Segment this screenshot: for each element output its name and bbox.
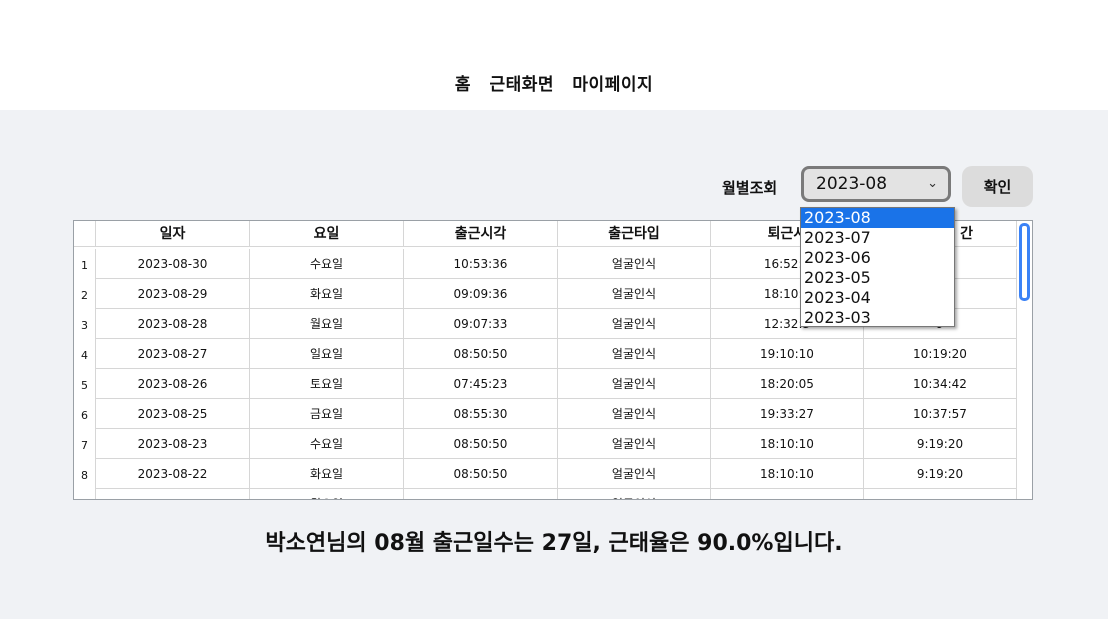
top-navigation-bar: 홈 근태화면 마이페이지	[0, 0, 1108, 110]
cell-checkin-time: 10:53:36	[404, 249, 558, 279]
chevron-down-icon: ⌄	[927, 176, 938, 191]
table-row: 7 2023-08-23 수요일 08:50:50 얼굴인식 18:10:10 9:19:2…	[74, 429, 1017, 459]
cell-date: 2023-08-22	[96, 459, 250, 489]
cell-date: 2023-08-27	[96, 339, 250, 369]
table-row: 5 2023-08-26 토요일 07:45:23 얼굴인식 18:20:05 10:34:…	[74, 369, 1017, 399]
month-filter-label: 월별조회	[722, 179, 778, 197]
cell-checkin-type: 얼굴인식	[558, 489, 711, 499]
cell-checkin-time: 08:50:50	[404, 429, 558, 459]
row-index: 6	[74, 399, 96, 429]
cell-day: 월요일	[250, 489, 404, 499]
cell-checkout-time: 18:20:05	[711, 369, 864, 399]
cell-checkout-time: 18:10:10	[711, 429, 864, 459]
cell-checkout-time: 19:33:27	[711, 399, 864, 429]
month-select[interactable]: 2023-08 ⌄	[801, 166, 951, 202]
row-index: 4	[74, 339, 96, 369]
cell-checkin-time: 09:07:33	[404, 309, 558, 339]
header-checkin-type: 출근타입	[558, 221, 711, 247]
cell-checkin-type: 얼굴인식	[558, 249, 711, 279]
cell-day: 금요일	[250, 399, 404, 429]
cell-date: 2023-08-21	[96, 489, 250, 499]
cell-checkin-type: 얼굴인식	[558, 309, 711, 339]
cell-checkin-type: 얼굴인식	[558, 369, 711, 399]
month-option[interactable]: 2023-05	[801, 268, 954, 288]
row-index: 8	[74, 459, 96, 489]
month-option[interactable]: 2023-04	[801, 288, 954, 308]
cell-date: 2023-08-28	[96, 309, 250, 339]
cell-day: 수요일	[250, 429, 404, 459]
cell-work-time: 10:34:42	[864, 369, 1017, 399]
row-index: 2	[74, 279, 96, 309]
cell-work-time: 10:37:57	[864, 399, 1017, 429]
header-day: 요일	[250, 221, 404, 247]
table-scrollbar-thumb[interactable]	[1019, 223, 1030, 301]
cell-checkin-time: 07:45:23	[404, 369, 558, 399]
table-row: 6 2023-08-25 금요일 08:55:30 얼굴인식 19:33:27 10:37:…	[74, 399, 1017, 429]
table-row: 8 2023-08-22 화요일 08:50:50 얼굴인식 18:10:10 9:19:2…	[74, 459, 1017, 489]
cell-work-time: 9:19:20	[864, 459, 1017, 489]
row-index	[74, 489, 96, 499]
cell-day: 화요일	[250, 279, 404, 309]
row-index: 7	[74, 429, 96, 459]
table-row: 2023-08-21월요일08:50:50얼굴인식18:10:1010:19:2…	[74, 489, 1017, 499]
row-index: 1	[74, 249, 96, 279]
cell-date: 2023-08-25	[96, 399, 250, 429]
cell-checkin-type: 얼굴인식	[558, 399, 711, 429]
main-nav: 홈 근태화면 마이페이지	[0, 70, 1108, 95]
cell-work-time: 10:19:20	[864, 489, 1017, 499]
cell-checkin-time: 08:50:50	[404, 459, 558, 489]
month-option[interactable]: 2023-07	[801, 228, 954, 248]
cell-work-time: 9:19:20	[864, 429, 1017, 459]
nav-mypage-link[interactable]: 마이페이지	[572, 75, 653, 95]
cell-checkin-time: 08:55:30	[404, 399, 558, 429]
month-option[interactable]: 2023-06	[801, 248, 954, 268]
month-option[interactable]: 2023-08	[801, 208, 954, 228]
cell-date: 2023-08-30	[96, 249, 250, 279]
cell-checkout-time: 19:10:10	[711, 339, 864, 369]
month-dropdown-list: 2023-08 2023-07 2023-06 2023-05 2023-04 …	[800, 207, 955, 327]
nav-attendance-link[interactable]: 근태화면	[489, 75, 554, 95]
cell-date: 2023-08-26	[96, 369, 250, 399]
nav-home-link[interactable]: 홈	[455, 75, 471, 95]
cell-checkin-type: 얼굴인식	[558, 279, 711, 309]
cell-work-time: 10:19:20	[864, 339, 1017, 369]
cell-checkin-time: 08:50:50	[404, 339, 558, 369]
header-checkin-time: 출근시각	[404, 221, 558, 247]
month-option[interactable]: 2023-03	[801, 308, 954, 328]
cell-day: 수요일	[250, 249, 404, 279]
cell-day: 화요일	[250, 459, 404, 489]
cell-checkin-type: 얼굴인식	[558, 339, 711, 369]
index-header	[74, 221, 96, 247]
cell-checkin-time: 08:50:50	[404, 489, 558, 499]
row-index: 3	[74, 309, 96, 339]
cell-checkin-type: 얼굴인식	[558, 429, 711, 459]
cell-day: 일요일	[250, 339, 404, 369]
cell-checkin-time: 09:09:36	[404, 279, 558, 309]
cell-day: 월요일	[250, 309, 404, 339]
cell-date: 2023-08-29	[96, 279, 250, 309]
cell-checkout-time: 18:10:10	[711, 459, 864, 489]
month-select-value: 2023-08	[816, 174, 888, 194]
row-index: 5	[74, 369, 96, 399]
cell-date: 2023-08-23	[96, 429, 250, 459]
confirm-button[interactable]: 확인	[962, 166, 1033, 207]
cell-checkin-type: 얼굴인식	[558, 459, 711, 489]
attendance-summary: 박소연님의 08월 출근일수는 27일, 근태율은 90.0%입니다.	[265, 531, 843, 556]
cell-checkout-time: 18:10:10	[711, 489, 864, 499]
header-date: 일자	[96, 221, 250, 247]
cell-day: 토요일	[250, 369, 404, 399]
table-row: 4 2023-08-27 일요일 08:50:50 얼굴인식 19:10:10 10:19:…	[74, 339, 1017, 369]
